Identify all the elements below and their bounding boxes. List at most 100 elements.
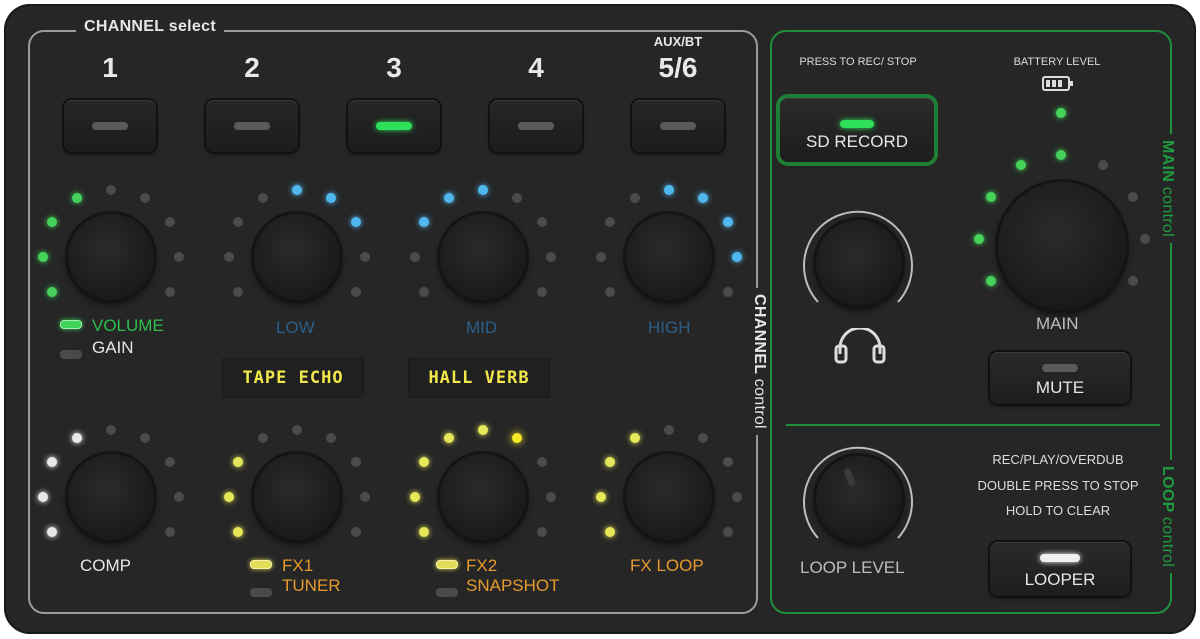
channel-4-led: [518, 122, 554, 130]
fx1-led: [233, 457, 243, 467]
fx1-display: TAPE ECHO: [222, 358, 364, 398]
channel-number-4: 4: [528, 52, 544, 83]
high-led: [723, 287, 733, 297]
volume-led: [47, 217, 57, 227]
fx1-label: FX1: [282, 556, 314, 575]
high-led: [630, 193, 640, 203]
press-to-rec-label: PRESS TO REC/ STOP: [799, 56, 917, 68]
high-eq-knob[interactable]: [626, 214, 712, 300]
mid-led: [419, 287, 429, 297]
channel-3-button[interactable]: [348, 100, 440, 152]
fx-loop-led: [698, 433, 708, 443]
comp-knob[interactable]: [68, 454, 154, 540]
comp-led: [165, 527, 175, 537]
volume-led: [165, 217, 175, 227]
mid-led: [537, 287, 547, 297]
low-led: [360, 252, 370, 262]
fx2-mode-led: [436, 560, 458, 569]
fx-loop-led: [732, 492, 742, 502]
low-led: [258, 193, 268, 203]
loop-control-label: LOOP control: [1158, 460, 1176, 574]
loop-info-line-1: REC/PLAY/OVERDUB: [992, 452, 1124, 467]
fx-loop-knob[interactable]: [626, 454, 712, 540]
channel-1-led: [92, 122, 128, 130]
fx2-led: [537, 457, 547, 467]
battery-icon: [1042, 76, 1073, 91]
high-led: [698, 193, 708, 203]
battery-level-label: BATTERY LEVEL: [1013, 56, 1101, 68]
fx1-mode-led: [250, 560, 272, 569]
low-led: [233, 287, 243, 297]
fx2-led: [537, 527, 547, 537]
comp-led: [72, 433, 82, 443]
channel-1-button[interactable]: [64, 100, 156, 152]
low-led: [224, 252, 234, 262]
mid-led: [537, 217, 547, 227]
channel-5-6-led: [660, 122, 696, 130]
mid-label: MID: [466, 318, 498, 337]
mid-led: [478, 185, 488, 195]
high-led: [605, 217, 615, 227]
headphone-level-knob[interactable]: [816, 220, 902, 306]
high-led: [732, 252, 742, 262]
fx2-led: [546, 492, 556, 502]
fx1-led: [360, 492, 370, 502]
fx-loop-led: [596, 492, 606, 502]
channel-select-title: CHANNEL select: [76, 18, 224, 36]
main-led: [1098, 160, 1108, 170]
channel-number-3: 3: [386, 52, 402, 83]
fx-loop-led: [723, 527, 733, 537]
channel-5-6-button[interactable]: [632, 100, 724, 152]
low-led: [233, 217, 243, 227]
low-led: [292, 185, 302, 195]
snapshot-label: SNAPSHOT: [466, 576, 560, 595]
mid-led: [419, 217, 429, 227]
gain-label: GAIN: [92, 338, 134, 357]
fx-loop-led: [664, 425, 674, 435]
volume-led: [174, 252, 184, 262]
fx-loop-led: [723, 457, 733, 467]
main-volume-knob[interactable]: [998, 182, 1126, 310]
fx1-led: [326, 433, 336, 443]
sd-record-led: [840, 120, 874, 128]
volume-knob[interactable]: [68, 214, 154, 300]
fx2-led: [512, 433, 522, 443]
fx1-led: [292, 425, 302, 435]
loop-level-knob[interactable]: [816, 456, 902, 542]
fx2-label: FX2: [466, 556, 498, 575]
channel-4-button[interactable]: [490, 100, 582, 152]
main-led: [986, 276, 996, 286]
channel-number-1: 1: [102, 52, 118, 83]
main-label: MAIN: [1036, 314, 1079, 333]
low-led: [351, 217, 361, 227]
channel-3-led: [376, 122, 412, 130]
main-led: [1056, 108, 1066, 118]
channel-2-button[interactable]: [206, 100, 298, 152]
comp-label: COMP: [80, 556, 131, 575]
fx-loop-led: [605, 457, 615, 467]
fx2-knob[interactable]: [440, 454, 526, 540]
loop-info-line-2: DOUBLE PRESS TO STOP: [977, 478, 1139, 493]
channel-number-5-6: 5/6: [658, 52, 698, 83]
looper-button[interactable]: LOOPER: [990, 542, 1130, 596]
mute-button[interactable]: MUTE: [990, 352, 1130, 404]
sd-record-button[interactable]: SD RECORD: [780, 98, 934, 162]
fx-loop-led: [630, 433, 640, 443]
low-eq-knob[interactable]: [254, 214, 340, 300]
fx-loop-label: FX LOOP: [630, 556, 704, 575]
channel-aux-bt-label: AUX/BT: [653, 34, 703, 49]
high-led: [723, 217, 733, 227]
mid-led: [410, 252, 420, 262]
snapshot-mode-led: [436, 588, 458, 597]
fx1-knob[interactable]: [254, 454, 340, 540]
volume-led: [165, 287, 175, 297]
comp-led: [47, 527, 57, 537]
mid-led: [512, 193, 522, 203]
main-led: [1128, 276, 1138, 286]
mid-eq-knob[interactable]: [440, 214, 526, 300]
channel-2-led: [234, 122, 270, 130]
high-label: HIGH: [648, 318, 691, 337]
volume-led: [140, 193, 150, 203]
comp-led: [38, 492, 48, 502]
tuner-mode-led: [250, 588, 272, 597]
